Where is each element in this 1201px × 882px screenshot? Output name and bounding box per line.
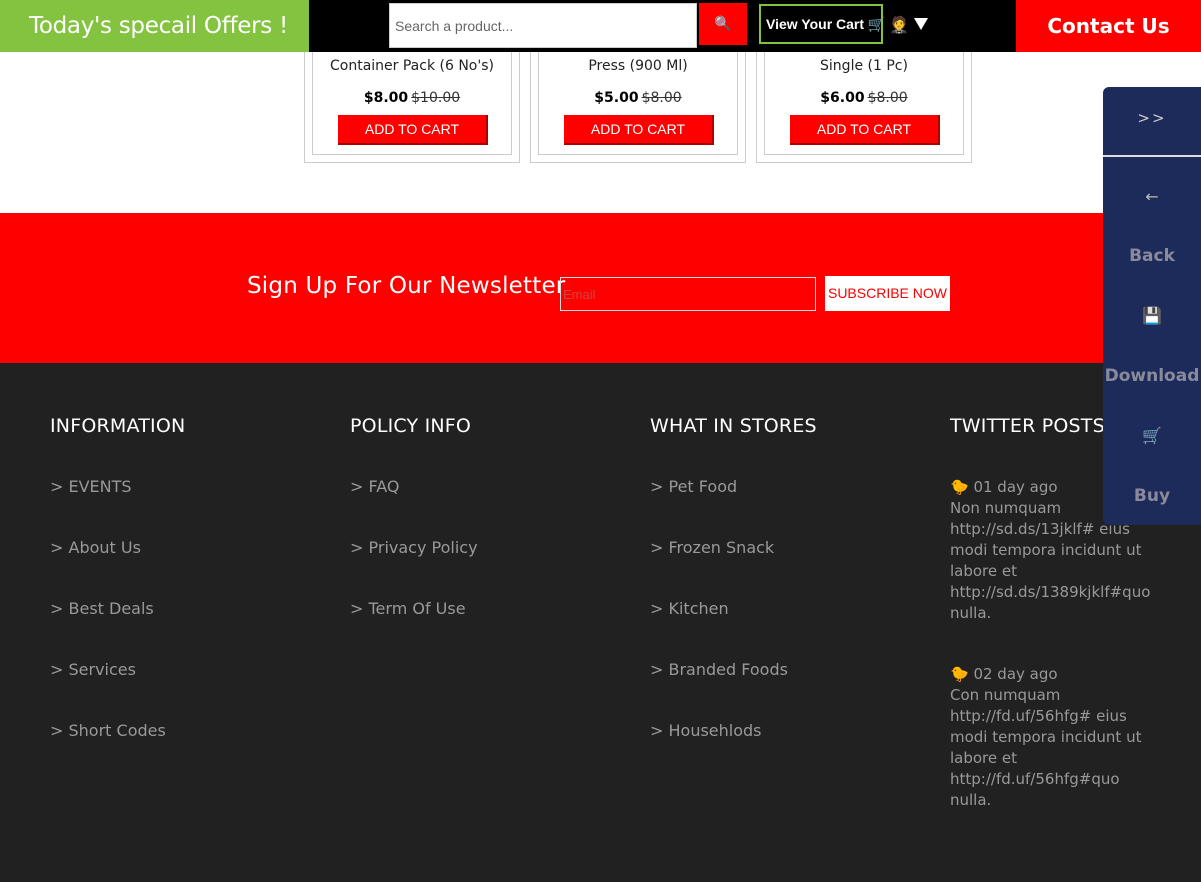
tweet-post: 🐤 02 day ago Con numquam http://fd.uf/56…	[950, 664, 1145, 811]
product-price: $8.00 $10.00	[313, 90, 511, 106]
product-name[interactable]: Press (900 Ml)	[539, 58, 737, 74]
add-to-cart-button[interactable]: ADD TO CART	[338, 115, 488, 145]
footer-link-best-deals[interactable]: > Best Deals	[50, 599, 185, 660]
old-price: $10.00	[411, 90, 461, 106]
footer-column-policy: POLICY INFO > FAQ > Privacy Policy > Ter…	[350, 415, 478, 660]
add-to-cart-button[interactable]: ADD TO CART	[790, 115, 940, 145]
floppy-disk-icon[interactable]: 💾	[1103, 306, 1201, 325]
search-icon: 🔍	[714, 16, 732, 32]
product-card-inner: Container Pack (6 No's) $8.00 $10.00 ADD …	[312, 41, 512, 155]
contact-us-button[interactable]: Contact Us	[1016, 0, 1201, 52]
footer-link-frozen-snack[interactable]: > Frozen Snack	[650, 538, 817, 599]
tweet-date: 🐤 02 day ago	[950, 665, 1058, 683]
footer-link-kitchen[interactable]: > Kitchen	[650, 599, 817, 660]
footer-link-faq[interactable]: > FAQ	[350, 477, 478, 538]
subscribe-button[interactable]: SUBSCRIBE NOW	[825, 276, 950, 311]
search-button[interactable]: 🔍	[699, 3, 747, 45]
offers-banner[interactable]: Today's specail Offers !	[0, 0, 309, 52]
product-card: Single (1 Pc) $6.00 $8.00 ADD TO CART	[756, 40, 972, 163]
footer-heading: INFORMATION	[50, 415, 186, 437]
footer-link-privacy-policy[interactable]: > Privacy Policy	[350, 538, 478, 599]
current-price: $5.00	[594, 90, 639, 106]
footer-column-information: INFORMATION > EVENTS > About Us > Best D…	[50, 415, 185, 782]
product-name[interactable]: Container Pack (6 No's)	[313, 58, 511, 74]
chevron-down-icon[interactable]	[914, 18, 928, 30]
product-card-inner: Single (1 Pc) $6.00 $8.00 ADD TO CART	[764, 41, 964, 155]
divider	[1103, 155, 1201, 157]
footer-heading: WHAT IN STORES	[650, 415, 817, 437]
old-price: $8.00	[867, 90, 908, 106]
product-price: $6.00 $8.00	[765, 90, 963, 106]
product-card: Container Pack (6 No's) $8.00 $10.00 ADD …	[304, 40, 520, 163]
side-panel-toggle[interactable]: >>	[1103, 109, 1201, 127]
footer-link-households[interactable]: > Househlods	[650, 721, 817, 782]
product-name[interactable]: Single (1 Pc)	[765, 58, 963, 74]
footer-link-short-codes[interactable]: > Short Codes	[50, 721, 185, 782]
old-price: $8.00	[641, 90, 682, 106]
current-price: $8.00	[363, 90, 409, 106]
newsletter-title: Sign Up For Our Newsletter	[247, 273, 566, 299]
buy-button[interactable]: Buy	[1103, 486, 1201, 506]
footer-link-about-us[interactable]: > About Us	[50, 538, 185, 599]
product-card-inner: Press (900 Ml) $5.00 $8.00 ADD TO CART	[538, 41, 738, 155]
footer-heading: POLICY INFO	[350, 415, 472, 437]
current-price: $6.00	[820, 90, 865, 106]
footer-link-branded-foods[interactable]: > Branded Foods	[650, 660, 817, 721]
footer-column-stores: WHAT IN STORES > Pet Food > Frozen Snack…	[650, 415, 817, 782]
cart-icon[interactable]: 🛒	[1103, 426, 1201, 445]
download-button[interactable]: Download	[1103, 366, 1201, 386]
side-panel: >> ← Back 💾 Download 🛒 Buy	[1103, 87, 1201, 525]
footer-link-events[interactable]: > EVENTS	[50, 477, 185, 538]
top-bar: Today's specail Offers ! 🔍 View Your Car…	[0, 0, 1201, 52]
user-icon[interactable]: 🤵	[889, 15, 909, 34]
view-cart-button[interactable]: View Your Cart 🛒	[759, 4, 885, 44]
back-button[interactable]: Back	[1103, 246, 1201, 266]
add-to-cart-button[interactable]: ADD TO CART	[564, 115, 714, 145]
arrow-left-icon[interactable]: ←	[1103, 187, 1201, 206]
product-price: $5.00 $8.00	[539, 90, 737, 106]
tweet-text[interactable]: Con numquam http://fd.uf/56hfg# eius mod…	[950, 685, 1145, 811]
footer: INFORMATION > EVENTS > About Us > Best D…	[0, 363, 1201, 882]
footer-link-pet-food[interactable]: > Pet Food	[650, 477, 817, 538]
footer-link-term-of-use[interactable]: > Term Of Use	[350, 599, 478, 660]
newsletter-section: Sign Up For Our Newsletter SUBSCRIBE NOW	[0, 213, 1201, 363]
product-card: Press (900 Ml) $5.00 $8.00 ADD TO CART	[530, 40, 746, 163]
search-input[interactable]	[389, 3, 697, 48]
email-field[interactable]	[560, 277, 816, 311]
footer-link-services[interactable]: > Services	[50, 660, 185, 721]
